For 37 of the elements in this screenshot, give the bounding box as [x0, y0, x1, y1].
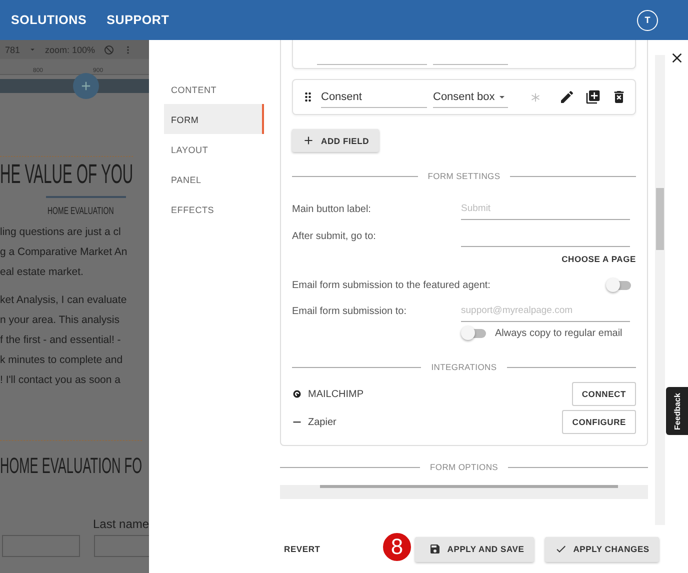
- nav-tab[interactable]: CONTENT: [164, 74, 264, 104]
- field-label-input[interactable]: Consent: [321, 86, 427, 108]
- nav-tab[interactable]: LAYOUT: [164, 134, 264, 164]
- section-title: FORM SETTINGS: [428, 171, 500, 181]
- paragraph-text: ling questions are just a cl g a Comparative Market An eal estate market.: [0, 225, 128, 280]
- user-avatar[interactable]: T: [637, 10, 658, 30]
- section-title: INTEGRATIONS: [431, 362, 497, 372]
- choose-page-link[interactable]: CHOOSE A PAGE: [562, 254, 636, 264]
- apply-changes-button[interactable]: APPLY CHANGES: [545, 536, 660, 562]
- nav-tab[interactable]: PANEL: [164, 164, 264, 194]
- nav-link[interactable]: SUPPORT: [106, 13, 170, 27]
- form-heading: HOME EVALUATION FO: [0, 440, 142, 479]
- field-label: Main button label:: [292, 204, 372, 214]
- revert-button[interactable]: REVERT: [284, 544, 320, 554]
- nav-tab[interactable]: EFFECTS: [164, 194, 264, 224]
- apply-and-save-button[interactable]: APPLY AND SAVE: [415, 536, 534, 562]
- page-subheading: HOME EVALUATION: [46, 206, 114, 217]
- feedback-tab[interactable]: Feedback: [666, 387, 688, 435]
- integration-name: MAILCHIMP: [308, 388, 364, 400]
- nav-link[interactable]: SOLUTIONS: [11, 13, 87, 27]
- text-field[interactable]: Submit: [461, 198, 630, 220]
- field-label: Last name: [93, 517, 149, 531]
- integration-button[interactable]: CONFIGURE: [562, 410, 636, 434]
- field-label: Email form submission to the featured agent:: [292, 280, 490, 290]
- toggle-label: Always copy to regular email: [495, 328, 622, 338]
- section-title: FORM OPTIONS: [430, 462, 498, 472]
- paragraph-text: ket Analysis, I can evaluate n your area. This analysis f the first - and essential! - k minutes to complete and ! I'll contact you as soon a: [0, 293, 127, 388]
- field-type-select[interactable]: Consent box: [433, 86, 508, 108]
- page-heading: HE VALUE OF YOU: [0, 156, 134, 190]
- integration-name: Zapier: [308, 416, 336, 428]
- field-label: Email form submission to:: [292, 306, 408, 316]
- integration-button[interactable]: CONNECT: [572, 382, 636, 406]
- add-field-button[interactable]: ADD FIELD: [292, 129, 380, 152]
- field-label: After submit, go to:: [292, 230, 377, 242]
- nav-tab[interactable]: FORM: [164, 104, 264, 134]
- text-field[interactable]: support@myrealpage.com: [461, 300, 630, 322]
- step-badge: 8: [381, 531, 413, 563]
